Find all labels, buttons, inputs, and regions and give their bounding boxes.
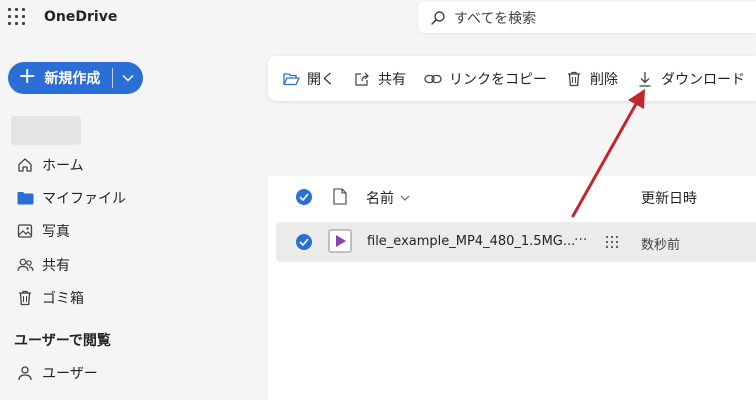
trash-icon: [565, 70, 583, 88]
home-icon: [16, 156, 34, 174]
section-title-browse-by-people: ユーザーで閲覧: [14, 333, 111, 349]
sidebar-item-shared[interactable]: 共有: [16, 254, 70, 276]
person-icon: [16, 364, 34, 382]
file-list: [268, 176, 756, 400]
download-button[interactable]: ダウンロード: [636, 64, 745, 94]
activity-icon[interactable]: [605, 234, 619, 253]
name-column-label: 名前: [366, 191, 394, 207]
sidebar-item-label: 共有: [42, 258, 70, 274]
download-icon: [636, 70, 654, 88]
sidebar-item-recycle-bin[interactable]: ゴミ箱: [16, 287, 84, 309]
search-icon: [431, 10, 445, 25]
file-modified-time: 数秒前: [641, 238, 681, 253]
more-options-icon[interactable]: ···: [574, 232, 587, 248]
search-input[interactable]: すべてを検索: [454, 8, 536, 28]
new-button[interactable]: + 新規作成: [8, 62, 143, 94]
delete-button[interactable]: 削除: [565, 64, 618, 94]
download-label: ダウンロード: [661, 71, 745, 88]
chevron-down-icon: [400, 195, 410, 201]
command-bar: 開く 共有 リンクをコピー 削除 ダウンロード: [268, 56, 756, 101]
share-button[interactable]: 共有: [353, 64, 406, 94]
share-label: 共有: [378, 71, 406, 88]
sidebar-item-my-files[interactable]: マイファイル: [16, 187, 126, 209]
plus-icon: +: [18, 64, 37, 89]
sidebar-item-people[interactable]: ユーザー: [16, 362, 98, 384]
video-file-icon: [328, 229, 352, 257]
app-launcher-icon[interactable]: [8, 8, 26, 26]
new-button-label: 新規作成: [44, 71, 101, 87]
photo-icon: [16, 222, 34, 240]
modified-column-header[interactable]: 更新日時: [641, 188, 697, 208]
open-folder-icon: [282, 70, 300, 88]
share-icon: [353, 70, 371, 88]
folder-icon: [16, 189, 34, 207]
people-icon: [16, 256, 34, 274]
select-all-checkbox[interactable]: [296, 189, 312, 205]
account-placeholder: [11, 116, 81, 145]
sidebar-item-photos[interactable]: 写真: [16, 220, 70, 242]
new-button-dropdown[interactable]: [113, 62, 143, 94]
search-box[interactable]: すべてを検索: [418, 2, 756, 33]
sidebar-item-label: 写真: [42, 224, 70, 240]
checkmark-icon: [299, 238, 309, 246]
trash-icon: [16, 289, 34, 307]
sidebar-item-label: マイファイル: [42, 191, 126, 207]
copy-link-label: リンクをコピー: [449, 71, 547, 88]
sidebar-item-label: ユーザー: [42, 366, 98, 382]
row-checkbox[interactable]: [296, 234, 312, 250]
file-type-column-icon: [333, 188, 347, 209]
sidebar-item-home[interactable]: ホーム: [16, 154, 84, 176]
link-icon: [424, 70, 442, 88]
open-label: 開く: [307, 71, 335, 88]
copy-link-button[interactable]: リンクをコピー: [424, 64, 547, 94]
checkmark-icon: [299, 193, 309, 201]
app-title[interactable]: OneDrive: [44, 9, 117, 25]
sidebar-item-label: ホーム: [42, 158, 84, 174]
new-button-main[interactable]: + 新規作成: [8, 62, 112, 94]
open-button[interactable]: 開く: [282, 64, 335, 94]
name-column-header[interactable]: 名前: [366, 188, 410, 208]
delete-label: 削除: [590, 71, 618, 88]
file-name-link[interactable]: file_example_MP4_480_1.5MG...: [367, 234, 575, 249]
chevron-down-icon: [122, 74, 134, 82]
sidebar-item-label: ゴミ箱: [42, 291, 84, 307]
